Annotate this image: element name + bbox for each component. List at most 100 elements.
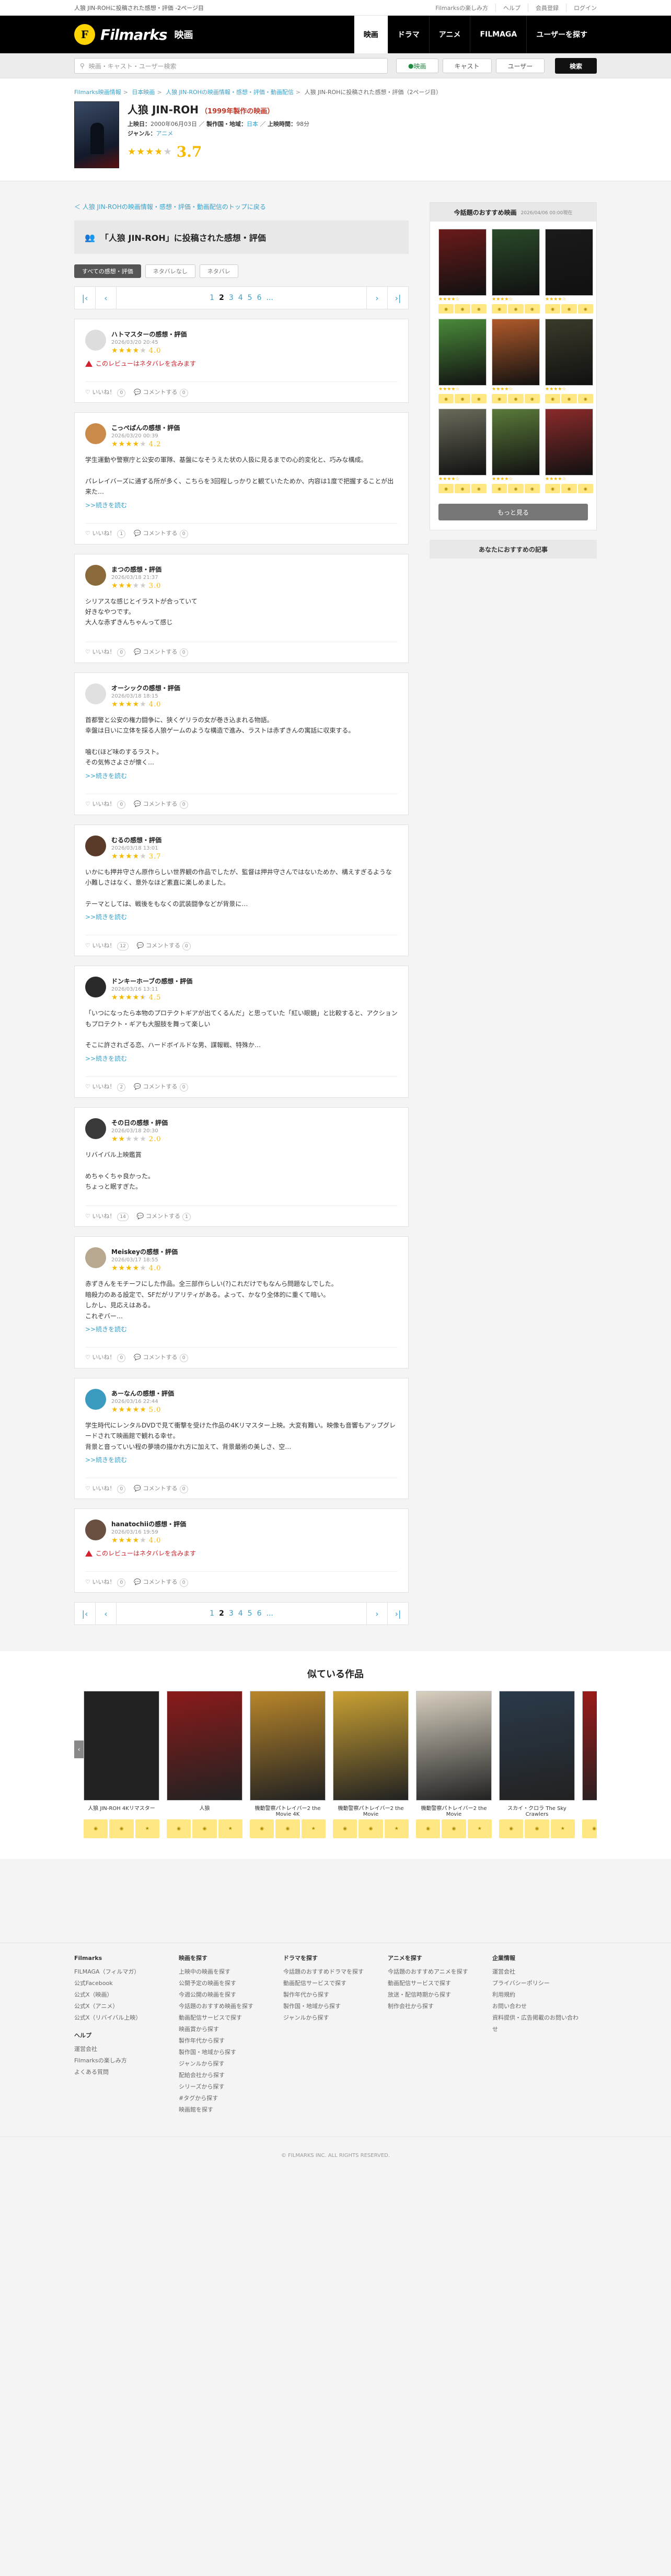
mark-icon[interactable]: ◉ [545, 304, 561, 314]
footer-link[interactable]: 製作国・地域から探す [179, 2047, 268, 2058]
trending-poster[interactable] [545, 319, 593, 386]
trending-movie[interactable]: ★★★★☆ ◉ ◉ ◉ [492, 319, 540, 403]
similar-poster[interactable] [333, 1691, 409, 1801]
top-link-howto[interactable]: Filmarksの楽しみ方 [435, 4, 488, 12]
last-page-icon[interactable]: ›| [387, 1602, 408, 1626]
clip-icon[interactable]: ◉ [525, 1819, 549, 1839]
footer-link[interactable]: 動画配信サービスで探す [283, 1978, 372, 1989]
footer-link[interactable]: 製作年代から探す [283, 1989, 372, 2001]
page-number[interactable]: 1 [210, 1609, 214, 1618]
more-button[interactable]: もっと見る [438, 504, 588, 520]
clip-icon[interactable]: ◉ [275, 1819, 300, 1839]
footer-link[interactable]: プライバシーポリシー [492, 1978, 581, 1989]
clip-icon[interactable]: ◉ [192, 1819, 217, 1839]
breadcrumb-item[interactable]: 日本映画 [132, 89, 155, 96]
star-icon[interactable]: ★ [550, 1819, 575, 1839]
comment-button[interactable]: 💬 コメントする 0 [137, 941, 191, 950]
nav-drama[interactable]: ドラマ [387, 16, 429, 53]
page-number[interactable]: 2 [219, 294, 224, 302]
avatar[interactable] [85, 977, 106, 998]
mark-icon[interactable]: ◉ [545, 484, 561, 493]
share-icon[interactable]: ◉ [577, 304, 593, 314]
comment-button[interactable]: 💬 コメントする 0 [134, 388, 188, 397]
footer-link[interactable]: 公式Facebook [74, 1978, 163, 1989]
comment-button[interactable]: 💬 コメントする 0 [134, 1082, 188, 1092]
filter-all[interactable]: すべての感想・評価 [74, 264, 141, 278]
footer-link[interactable]: 配給会社から探す [179, 2070, 268, 2081]
mark-icon[interactable]: ◉ [492, 484, 507, 493]
share-icon[interactable]: ◉ [524, 484, 540, 493]
footer-link[interactable]: 利用規約 [492, 1989, 581, 2001]
share-icon[interactable]: ◉ [471, 394, 487, 403]
page-number[interactable]: 5 [248, 1609, 252, 1618]
like-button[interactable]: ♡ いいね！ 14 [85, 1212, 129, 1221]
scope-cast[interactable]: キャスト [442, 59, 492, 73]
clip-icon[interactable]: ◉ [561, 394, 577, 403]
share-icon[interactable]: ◉ [577, 484, 593, 493]
footer-link[interactable]: お問い合わせ [492, 2001, 581, 2012]
clip-icon[interactable]: ◉ [358, 1819, 383, 1839]
like-button[interactable]: ♡ いいね！ 1 [85, 529, 126, 539]
page-number[interactable]: 4 [238, 1609, 243, 1618]
similar-movie-title[interactable]: 機動警察パトレイバー2 the Movie 4K [250, 1804, 326, 1819]
clip-icon[interactable]: ◉ [508, 304, 524, 314]
like-button[interactable]: ♡ いいね！ 12 [85, 941, 129, 950]
share-icon[interactable]: ◉ [471, 304, 487, 314]
footer-link[interactable]: 運営会社 [492, 1966, 581, 1978]
page-number[interactable]: 1 [210, 294, 214, 302]
trending-movie[interactable]: ★★★★☆ ◉ ◉ ◉ [545, 319, 593, 403]
search-button[interactable]: 検索 [555, 58, 597, 74]
like-button[interactable]: ♡ いいね！ 0 [85, 647, 126, 657]
comment-button[interactable]: 💬 コメントする 0 [134, 529, 188, 539]
footer-link[interactable]: #タグから探す [179, 2093, 268, 2104]
footer-link[interactable]: 動画配信サービスで探す [388, 1978, 477, 1989]
similar-movie[interactable]: 人狼 ◉ ◉ ★ [167, 1691, 242, 1839]
star-icon[interactable]: ★ [384, 1819, 409, 1839]
page-number[interactable]: 2 [219, 1609, 224, 1618]
share-icon[interactable]: ◉ [471, 484, 487, 493]
reviewer-name[interactable]: その日の感想・評価 [111, 1118, 168, 1127]
comment-button[interactable]: 💬 コメントする 0 [134, 1353, 188, 1363]
read-more-link[interactable]: >>続きを読む [85, 501, 398, 509]
avatar[interactable] [85, 835, 106, 856]
prev-page-icon[interactable]: ‹ [96, 286, 117, 309]
mark-icon[interactable]: ◉ [438, 304, 454, 314]
similar-movie-title[interactable]: 人狼 JIN-ROH 4Kリマスター [84, 1804, 159, 1819]
reviewer-name[interactable]: むるの感想・評価 [111, 836, 161, 844]
breadcrumb-item[interactable]: Filmarks映画情報 [74, 89, 121, 96]
trending-poster[interactable] [492, 229, 540, 296]
scope-movie[interactable]: ● 映画 [396, 59, 438, 73]
nav-find-users[interactable]: ユーザーを探す [526, 16, 597, 53]
trending-movie[interactable]: ★★★★☆ ◉ ◉ ◉ [438, 319, 487, 403]
trending-poster[interactable] [438, 409, 487, 475]
like-button[interactable]: ♡ いいね！ 0 [85, 1484, 126, 1493]
similar-movie-title[interactable]: 紅い眼鏡 [582, 1804, 597, 1819]
trending-poster[interactable] [545, 229, 593, 296]
footer-link[interactable]: FILMAGA（フィルマガ） [74, 1966, 163, 1978]
reviewer-name[interactable]: ドンキーホーブの感想・評価 [111, 977, 192, 985]
similar-poster[interactable] [416, 1691, 492, 1801]
comment-button[interactable]: 💬 コメントする 0 [134, 799, 188, 809]
star-icon[interactable]: ★ [467, 1819, 492, 1839]
footer-link[interactable]: 今話題のおすすめ映画を探す [179, 2001, 268, 2012]
comment-button[interactable]: 💬 コメントする 0 [134, 1484, 188, 1493]
clip-icon[interactable]: ◉ [455, 394, 470, 403]
footer-link[interactable]: 動画配信サービスで探す [179, 2012, 268, 2024]
reviewer-name[interactable]: hanatochiiの感想・評価 [111, 1519, 186, 1528]
similar-movie-title[interactable]: スカイ・クロラ The Sky Crawlers [499, 1804, 575, 1819]
trending-poster[interactable] [492, 319, 540, 386]
clip-icon[interactable]: ◉ [561, 304, 577, 314]
trending-poster[interactable] [438, 229, 487, 296]
avatar[interactable] [85, 683, 106, 704]
footer-link[interactable]: 映画館を探す [179, 2104, 268, 2116]
last-page-icon[interactable]: ›| [387, 286, 408, 309]
like-button[interactable]: ♡ いいね！ 2 [85, 1082, 126, 1092]
similar-movie[interactable]: 紅い眼鏡◉◉★ [582, 1691, 597, 1839]
footer-link[interactable]: ジャンルから探す [283, 2012, 372, 2024]
footer-link[interactable]: 映画賞から探す [179, 2024, 268, 2035]
footer-link[interactable]: 製作国・地域から探す [283, 2001, 372, 2012]
mark-icon[interactable]: ◉ [499, 1819, 524, 1839]
nav-filmaga[interactable]: FILMAGA [470, 16, 526, 53]
clip-icon[interactable]: ◉ [508, 394, 524, 403]
mark-icon[interactable]: ◉ [582, 1819, 597, 1839]
